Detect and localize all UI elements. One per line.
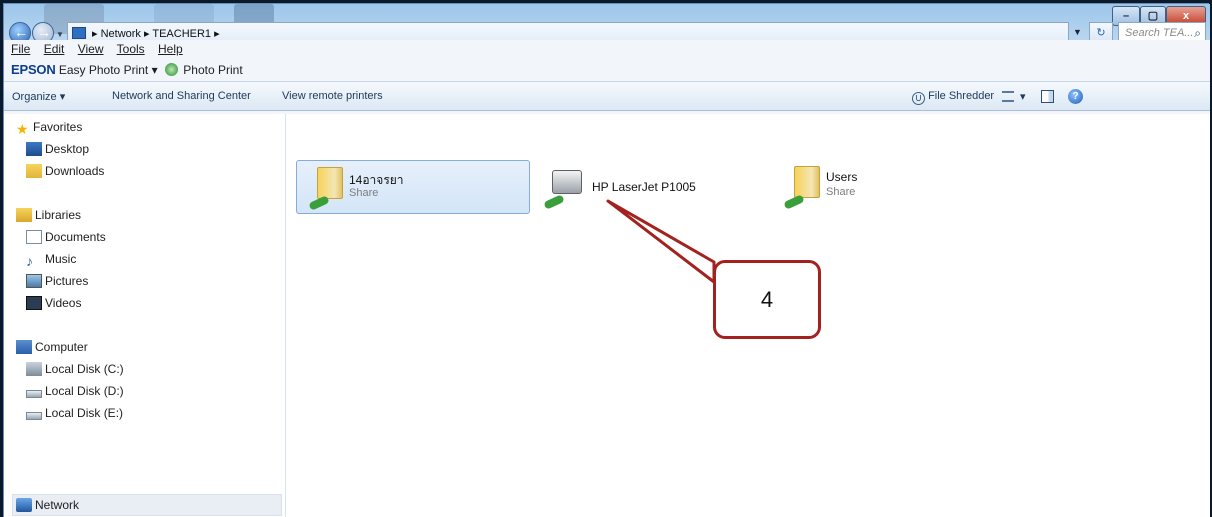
callout-label: 4 <box>713 260 821 339</box>
callout-pointer <box>606 199 716 284</box>
callout-pointer-shape <box>606 199 716 284</box>
